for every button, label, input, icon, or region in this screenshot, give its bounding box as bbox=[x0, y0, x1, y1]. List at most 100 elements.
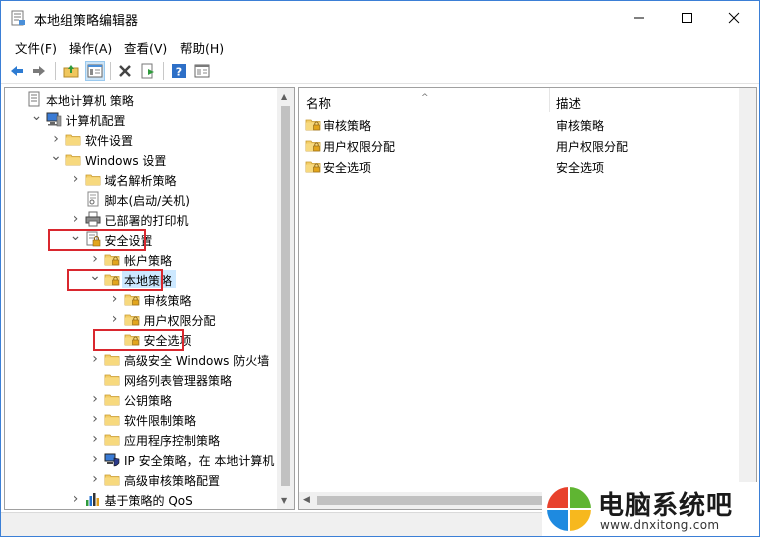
minimize-button[interactable] bbox=[616, 1, 662, 35]
maximize-button[interactable] bbox=[664, 1, 710, 35]
watermark-url: www.dnxitong.com bbox=[600, 518, 720, 532]
delete-icon bbox=[119, 65, 131, 77]
svg-text:?: ? bbox=[176, 66, 182, 79]
column-header-name[interactable]: 名称 ^ bbox=[299, 88, 549, 112]
tree-item[interactable]: 本地计算机 策略 bbox=[5, 89, 278, 109]
tree-item[interactable]: ⌄ 计算机配置 bbox=[5, 109, 278, 129]
list-item[interactable]: 审核策略 审核策略 bbox=[299, 114, 739, 135]
chevron-down-icon[interactable]: ⌄ bbox=[30, 109, 44, 127]
list-item[interactable]: 安全选项 安全选项 bbox=[299, 156, 739, 177]
properties-button[interactable] bbox=[192, 61, 212, 81]
tree-scroll-thumb[interactable] bbox=[281, 106, 290, 486]
toolbar-separator bbox=[110, 62, 111, 80]
help-button[interactable]: ? bbox=[169, 61, 189, 81]
list-scroll-thumb[interactable] bbox=[317, 496, 547, 505]
console-tree-pane[interactable]: 本地计算机 策略 ⌄ 计算机配置 › 软件设置 ⌄ Windows 设置 › 域名解析策略脚本(… bbox=[4, 87, 295, 510]
show-hide-tree-button[interactable] bbox=[85, 61, 105, 81]
chevron-right-icon[interactable]: › bbox=[108, 291, 122, 307]
export-list-icon bbox=[141, 63, 154, 79]
tree-item[interactable]: › 域名解析策略 bbox=[5, 169, 278, 189]
back-button[interactable] bbox=[7, 61, 27, 81]
show-tree-icon bbox=[87, 64, 103, 78]
chevron-right-icon[interactable]: › bbox=[88, 391, 102, 407]
scroll-left-arrow-icon[interactable]: ◀ bbox=[303, 495, 310, 505]
chevron-right-icon[interactable]: › bbox=[69, 171, 83, 187]
tree-item[interactable]: › 软件限制策略 bbox=[5, 409, 278, 429]
folder-icon bbox=[104, 471, 120, 487]
folder-icon bbox=[104, 411, 120, 427]
chevron-right-icon[interactable]: › bbox=[88, 431, 102, 447]
folder-icon bbox=[104, 431, 120, 447]
policy-document-icon bbox=[26, 91, 42, 107]
properties-icon bbox=[194, 64, 210, 78]
maximize-icon bbox=[682, 13, 692, 23]
menu-action[interactable]: 操作(A) bbox=[67, 38, 114, 57]
help-icon: ? bbox=[172, 64, 186, 79]
chevron-right-icon[interactable]: › bbox=[88, 411, 102, 427]
folder-icon bbox=[65, 151, 81, 167]
folder-icon bbox=[104, 371, 120, 387]
tree-item[interactable]: › 基于策略的 QoS bbox=[5, 489, 278, 509]
tree-item[interactable]: › 公钥策略 bbox=[5, 389, 278, 409]
scroll-up-arrow-icon[interactable]: ▲ bbox=[281, 92, 287, 101]
tree-item[interactable]: ⌄ Windows 设置 bbox=[5, 149, 278, 169]
column-header-description[interactable]: 描述 bbox=[550, 88, 740, 112]
tree-item-label: 高级审核策略配置 bbox=[124, 474, 221, 488]
export-list-button[interactable] bbox=[138, 61, 158, 81]
window-title: 本地组策略编辑器 bbox=[34, 14, 139, 29]
title-bar[interactable]: 本地组策略编辑器 bbox=[1, 1, 759, 35]
list-item-name: 审核策略 bbox=[323, 119, 372, 133]
list-item-description: 安全选项 bbox=[556, 161, 605, 175]
minimize-icon bbox=[634, 17, 644, 19]
chevron-right-icon[interactable]: › bbox=[88, 351, 102, 367]
back-arrow-icon bbox=[11, 66, 23, 76]
tree-item[interactable]: › 应用程序控制策略 bbox=[5, 429, 278, 449]
menu-file[interactable]: 文件(F) bbox=[13, 38, 59, 57]
toolbar-separator bbox=[55, 62, 56, 80]
tree-item[interactable]: › IP 安全策略，在 本地计算机 bbox=[5, 449, 278, 469]
chevron-right-icon[interactable]: › bbox=[69, 211, 83, 227]
column-name-label: 名称 bbox=[306, 96, 332, 111]
tree-item[interactable]: › 帐户策略 bbox=[5, 249, 278, 269]
tree-vertical-scrollbar[interactable]: ▲ ▼ bbox=[277, 88, 294, 509]
tree-item[interactable]: › 高级审核策略配置 bbox=[5, 469, 278, 489]
tree-item[interactable]: › 已部署的打印机 bbox=[5, 209, 278, 229]
chevron-right-icon[interactable]: › bbox=[69, 491, 83, 507]
tree-item-label: 公钥策略 bbox=[124, 394, 173, 408]
toolbar-separator bbox=[163, 62, 164, 80]
up-one-level-button[interactable] bbox=[61, 61, 81, 81]
tree-item[interactable]: 脚本(启动/关机) bbox=[5, 189, 278, 209]
tree-item-label: 软件限制策略 bbox=[124, 414, 197, 428]
chevron-right-icon[interactable]: › bbox=[108, 311, 122, 327]
details-pane[interactable]: 名称 ^ 描述 审核策略 审核策略用户权限分配 用户权限分配 安全选项 安全选项 ◀ bbox=[298, 87, 757, 510]
close-icon bbox=[728, 12, 740, 24]
forward-button[interactable] bbox=[29, 61, 49, 81]
forward-arrow-icon bbox=[33, 66, 45, 76]
watermark-title: 电脑系统吧 bbox=[598, 491, 734, 521]
list-item[interactable]: 用户权限分配 用户权限分配 bbox=[299, 135, 739, 156]
column-description-label: 描述 bbox=[556, 96, 582, 111]
tree-item[interactable]: › 软件设置 bbox=[5, 129, 278, 149]
chevron-right-icon[interactable]: › bbox=[88, 471, 102, 487]
toolbar: ? bbox=[1, 58, 759, 84]
chevron-down-icon[interactable]: ⌄ bbox=[49, 149, 63, 167]
computer-icon bbox=[46, 111, 62, 127]
menu-view[interactable]: 查看(V) bbox=[122, 38, 169, 57]
chevron-right-icon[interactable]: › bbox=[49, 131, 63, 147]
delete-button[interactable] bbox=[115, 61, 135, 81]
tree-item[interactable]: › 用户权限分配 bbox=[5, 309, 278, 329]
tree-item-label: 基于策略的 QoS bbox=[104, 494, 193, 508]
tree-item[interactable]: › 审核策略 bbox=[5, 289, 278, 309]
tree-item-label: 脚本(启动/关机) bbox=[104, 194, 190, 208]
close-button[interactable] bbox=[711, 1, 757, 35]
tree-item-label: 帐户策略 bbox=[124, 254, 173, 268]
qos-chart-icon bbox=[85, 491, 101, 507]
chevron-right-icon[interactable]: › bbox=[88, 251, 102, 267]
list-item-description: 审核策略 bbox=[556, 119, 605, 133]
scroll-down-arrow-icon[interactable]: ▼ bbox=[281, 496, 287, 505]
tree-item[interactable]: 网络列表管理器策略 bbox=[5, 369, 278, 389]
menu-help[interactable]: 帮助(H) bbox=[178, 38, 226, 57]
tree-item[interactable]: › 高级安全 Windows 防火墙 bbox=[5, 349, 278, 369]
chevron-right-icon[interactable]: › bbox=[88, 451, 102, 467]
list-vertical-scrollbar[interactable] bbox=[739, 88, 756, 492]
